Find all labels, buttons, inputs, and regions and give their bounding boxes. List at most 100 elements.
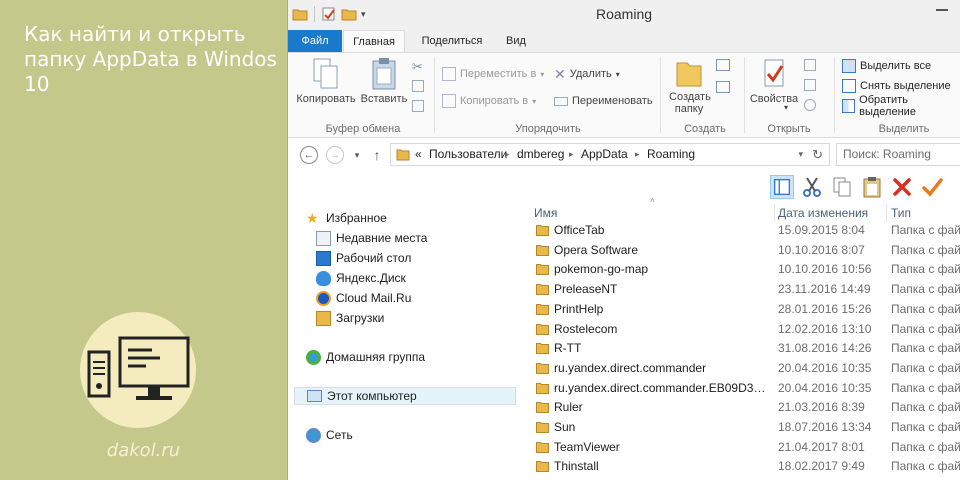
nav-homegroup[interactable]: Домашняя группа	[306, 348, 425, 366]
file-date: 15.09.2015 8:04	[778, 223, 865, 237]
file-row[interactable]: Ruler 21.03.2016 8:39 Папка с файлами	[526, 397, 960, 417]
pane-view-icon[interactable]	[770, 175, 794, 199]
nav-yandex-disk[interactable]: Яндекс.Диск	[316, 269, 406, 287]
desktop-icon	[316, 250, 331, 266]
file-row[interactable]: PreleaseNT 23.11.2016 14:49 Папка с файлам…	[526, 279, 960, 299]
file-row[interactable]: Opera Software 10.10.2016 8:07 Папка с фай…	[526, 240, 960, 260]
nav-downloads[interactable]: Загрузки	[316, 309, 384, 327]
new-folder-button[interactable]: Создать папку	[666, 57, 712, 115]
nav-desktop[interactable]: Рабочий стол	[316, 249, 411, 267]
up-button[interactable]: ↑	[368, 146, 386, 164]
chevron-down-icon[interactable]: ▾	[784, 103, 788, 112]
properties-button[interactable]: Свойства	[748, 57, 800, 105]
file-row[interactable]: Sun 18.07.2016 13:34 Папка с файлами	[526, 417, 960, 437]
copy-icon[interactable]	[830, 175, 854, 199]
file-row[interactable]: Thinstall 18.02.2017 9:49 Папка с файлами	[526, 456, 960, 476]
tab-file[interactable]: Файл	[288, 30, 342, 52]
file-name: PreleaseNT	[554, 282, 618, 297]
address-dropdown-icon[interactable]: ▾	[798, 144, 803, 165]
check-icon[interactable]	[920, 175, 944, 199]
file-row[interactable]: ru.yandex.direct.commander 20.04.2016 10:…	[526, 358, 960, 378]
breadcrumb-separator-icon[interactable]: ▸	[569, 144, 574, 165]
delete-x-icon: ✕	[554, 65, 566, 82]
folder-icon	[536, 362, 549, 374]
open-icon[interactable]	[804, 59, 816, 71]
easy-access-icon[interactable]	[716, 81, 730, 93]
recent-locations-dropdown[interactable]: ▾	[348, 146, 366, 164]
custom-toolbar	[288, 172, 960, 202]
tab-view[interactable]: Вид	[496, 30, 536, 52]
edit-icon[interactable]	[804, 79, 816, 91]
nav-label: Загрузки	[336, 311, 385, 325]
history-icon[interactable]	[804, 99, 816, 111]
clipboard-group-label: Буфер обмена	[325, 123, 401, 135]
breadcrumb-item-appdata[interactable]: AppData	[581, 144, 628, 165]
folder-icon	[396, 149, 410, 161]
new-folder-label: Создать папку	[669, 91, 711, 115]
invert-selection-icon	[842, 99, 856, 113]
copy-path-icon[interactable]	[412, 80, 424, 92]
folder-icon	[536, 264, 549, 276]
nav-cloud-mail[interactable]: Cloud Mail.Ru	[316, 289, 411, 307]
new-group-label: Создать	[684, 123, 726, 135]
computer-logo-icon	[87, 336, 190, 400]
paste-icon[interactable]	[860, 175, 884, 199]
file-date: 21.03.2016 8:39	[778, 400, 865, 415]
file-type: Папка с файлами	[891, 459, 960, 474]
refresh-icon[interactable]: ↻	[812, 144, 823, 165]
copy-to-label: Копировать в	[460, 95, 529, 107]
breadcrumb-item-users[interactable]: Пользователи	[429, 144, 507, 165]
nav-recent-places[interactable]: Недавние места	[316, 229, 427, 247]
copy-to-button[interactable]: Копировать в ▾	[442, 93, 536, 109]
tab-home[interactable]: Главная	[343, 30, 405, 52]
file-row[interactable]: Rostelecom 12.02.2016 13:10 Папка с файлам…	[526, 319, 960, 339]
paste-label: Вставить	[360, 93, 408, 105]
file-row[interactable]: OfficeTab 15.09.2015 8:04 Папка с файлами	[526, 220, 960, 240]
explorer-window: ▾ Roaming Файл Главная Поделиться Вид Ко…	[287, 0, 960, 480]
file-row[interactable]: pokemon-go-map 10.10.2016 10:56 Папка с фа…	[526, 259, 960, 279]
select-none-button[interactable]: Снять выделение	[842, 78, 951, 94]
nav-network[interactable]: Сеть	[306, 426, 353, 444]
file-row[interactable]: TeamViewer 21.04.2017 8:01 Папка с файлами	[526, 437, 960, 457]
cut-icon[interactable]	[800, 175, 824, 199]
new-item-icon[interactable]	[716, 59, 730, 71]
ribbon-separator	[744, 57, 745, 133]
delete-button[interactable]: ✕ Удалить ▾	[554, 66, 620, 82]
nav-label: Недавние места	[336, 231, 428, 245]
tab-share[interactable]: Поделиться	[410, 30, 494, 52]
file-row[interactable]: R-TT 31.08.2016 14:26 Папка с файлами	[526, 338, 960, 358]
back-button[interactable]: ←	[300, 146, 318, 164]
select-all-button[interactable]: Выделить все	[842, 58, 931, 74]
folder-icon	[536, 441, 549, 453]
select-all-icon	[842, 59, 856, 73]
paste-shortcut-icon[interactable]	[412, 100, 424, 112]
breadcrumb-separator-icon[interactable]: ▸	[505, 144, 510, 165]
delete-x-icon[interactable]	[890, 175, 914, 199]
invert-selection-button[interactable]: Обратить выделение	[842, 94, 960, 118]
paste-button[interactable]: Вставить	[358, 57, 410, 105]
file-type: Папка с файлами	[891, 301, 960, 316]
breadcrumb-separator-icon[interactable]: ▸	[635, 144, 640, 165]
file-type: Папка с файлами	[891, 223, 960, 237]
yandex-disk-icon	[316, 270, 331, 286]
file-date: 18.07.2016 13:34	[778, 420, 872, 434]
breadcrumb[interactable]: « Пользователи ▸ dmbereg ▸ AppData ▸ Roa…	[390, 143, 830, 166]
rename-button[interactable]: Переименовать	[554, 93, 653, 109]
breadcrumb-item-roaming[interactable]: Roaming	[647, 144, 695, 165]
cut-small-icon[interactable]: ✂	[412, 59, 423, 75]
nav-this-pc[interactable]: Этот компьютер	[294, 387, 516, 405]
file-row[interactable]: PrintHelp 28.01.2016 15:26 Папка с файлами	[526, 299, 960, 319]
search-input[interactable]: Поиск: Roaming	[836, 143, 960, 166]
minimize-button[interactable]	[936, 9, 948, 11]
file-row[interactable]: ru.yandex.direct.commander.EB09D3D12... 2…	[526, 378, 960, 398]
file-name: Opera Software	[554, 242, 639, 257]
file-date: 23.11.2016 14:49	[778, 282, 871, 297]
nav-favorites[interactable]: ★ Избранное	[306, 209, 387, 227]
copy-button[interactable]: Копировать	[294, 57, 358, 105]
breadcrumb-item-user[interactable]: dmbereg	[517, 144, 564, 165]
breadcrumb-overflow[interactable]: «	[415, 144, 422, 165]
nav-label: Сеть	[326, 428, 353, 442]
file-name: OfficeTab	[554, 223, 605, 237]
move-to-button[interactable]: Переместить в ▾	[442, 66, 544, 82]
forward-button[interactable]: →	[326, 146, 344, 164]
